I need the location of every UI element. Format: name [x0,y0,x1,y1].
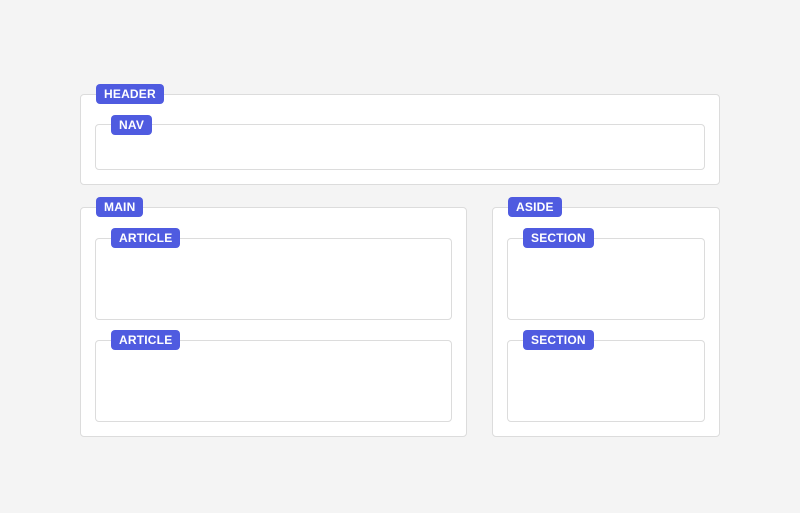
section-tag-1: SECTION [523,228,594,248]
aside-tag: ASIDE [508,197,562,217]
section-tag-2: SECTION [523,330,594,350]
nav-tag: NAV [111,115,153,135]
nav-block [95,124,705,170]
article-tag-1: ARTICLE [111,228,181,248]
article-block-2 [95,340,452,422]
section-block-2 [507,340,705,422]
main-tag: MAIN [96,197,144,217]
header-tag: HEADER [96,84,164,104]
section-block-1 [507,238,705,320]
article-tag-2: ARTICLE [111,330,181,350]
article-block-1 [95,238,452,320]
